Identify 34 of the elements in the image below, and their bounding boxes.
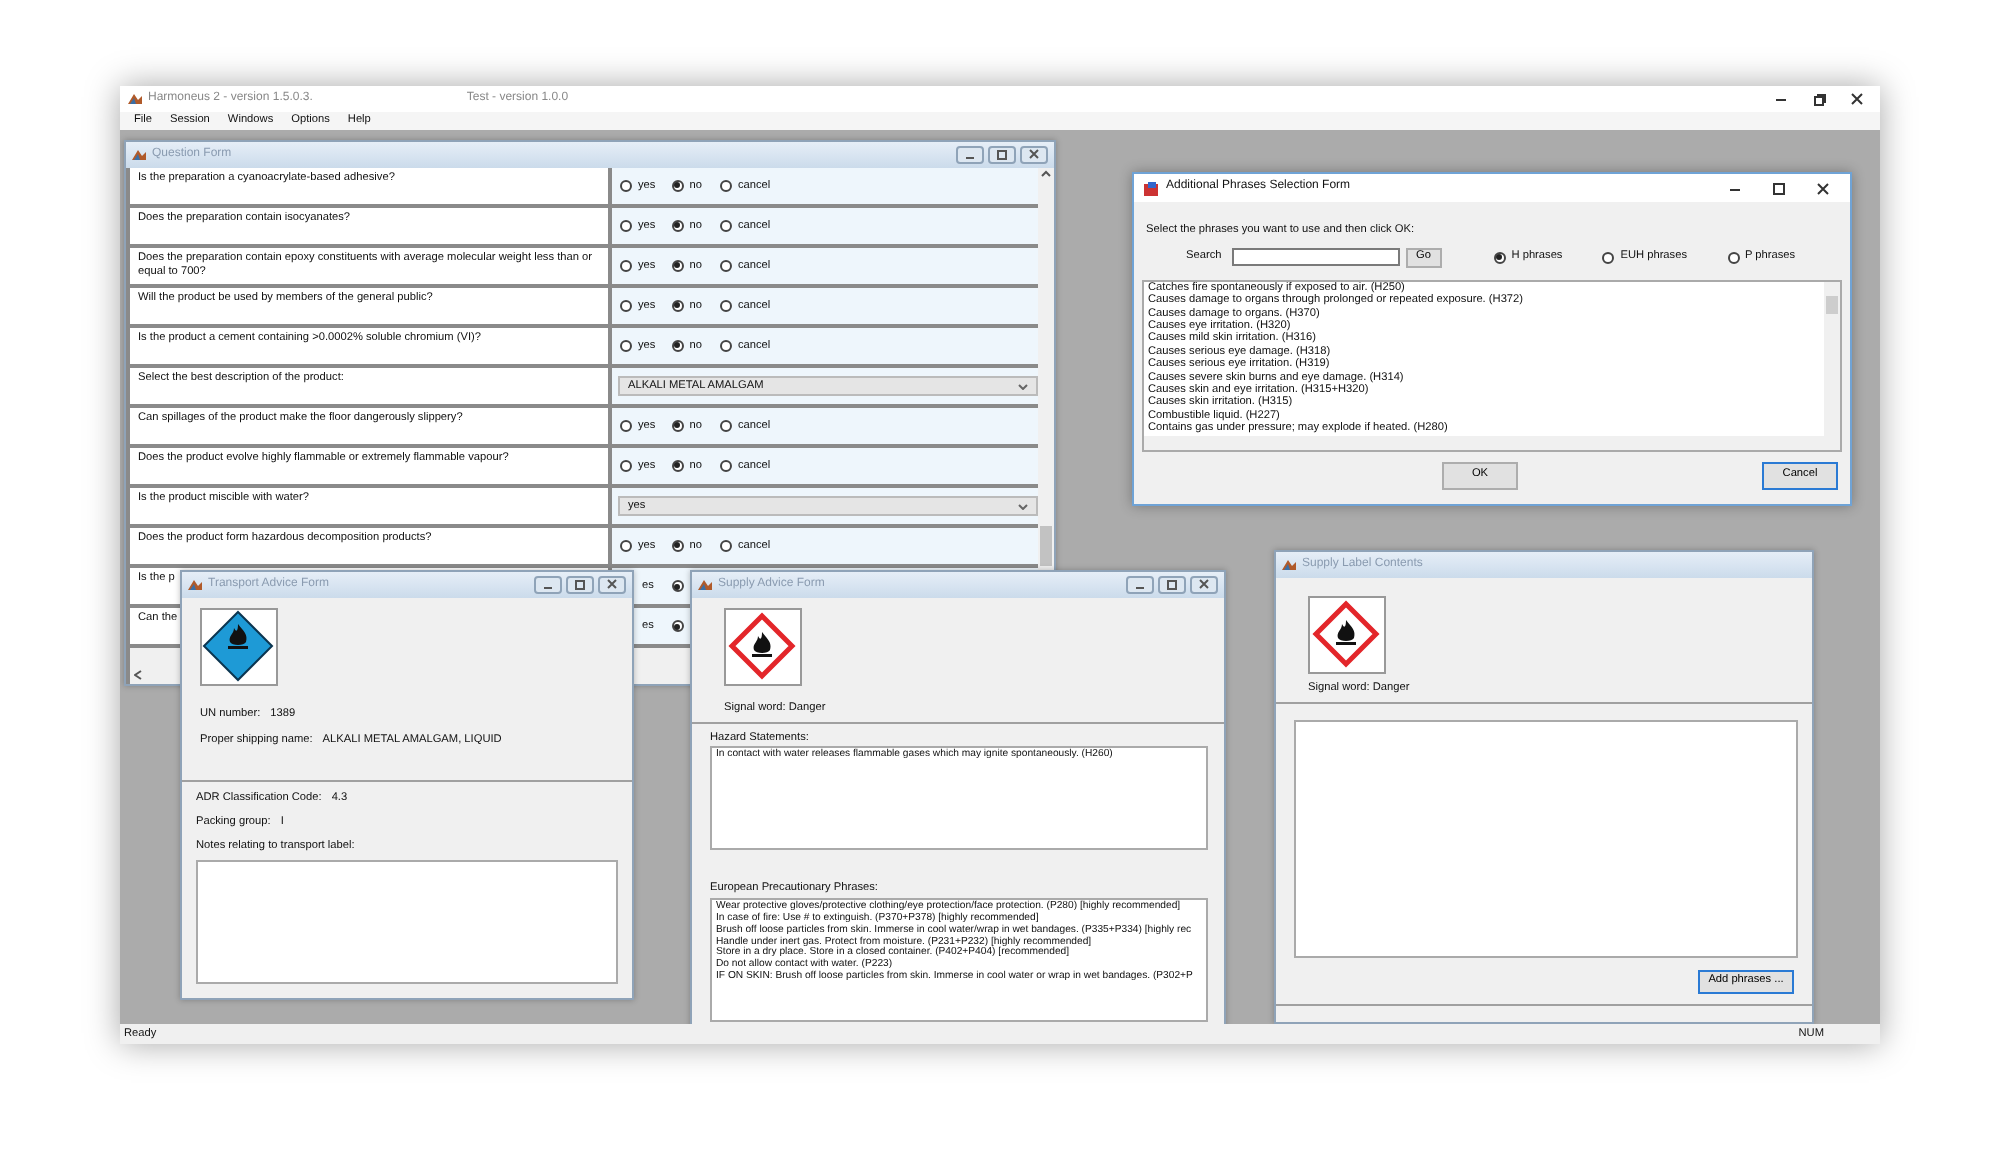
horizontal-scrollbar[interactable]: [1144, 435, 1824, 450]
app-logo-icon: [132, 148, 146, 162]
restore-button[interactable]: [566, 576, 594, 594]
app-logo-icon: [1144, 181, 1158, 195]
radio-button[interactable]: [671, 620, 684, 632]
flame-diamond-icon: [724, 608, 802, 686]
restore-button[interactable]: [988, 146, 1016, 164]
flame-diamond-icon: [1308, 596, 1386, 674]
close-button[interactable]: [1020, 146, 1048, 164]
app-logo-icon: [128, 92, 142, 106]
app-logo-icon: [188, 578, 202, 592]
search-field[interactable]: [1231, 248, 1400, 267]
app-logo-icon: [1282, 558, 1296, 572]
close-button[interactable]: [1816, 181, 1830, 195]
chevron-down-icon: [1018, 383, 1028, 389]
restore-button[interactable]: [1812, 92, 1826, 106]
app-logo-icon: [698, 578, 712, 592]
flame-placard-icon: [200, 608, 278, 686]
label-contents-field[interactable]: [1294, 719, 1798, 958]
scrollbar-thumb[interactable]: [1040, 526, 1052, 566]
restore-button[interactable]: [1158, 576, 1186, 594]
minimize-button[interactable]: [534, 576, 562, 594]
radio-button[interactable]: [671, 580, 684, 592]
chevron-down-icon: [1018, 503, 1028, 509]
scroll-left-icon[interactable]: [134, 670, 142, 680]
scroll-up-icon[interactable]: [1038, 168, 1054, 180]
vertical-scrollbar[interactable]: [1824, 281, 1840, 450]
maximize-button[interactable]: [1772, 181, 1786, 195]
minimize-button[interactable]: [1126, 576, 1154, 594]
notes-field[interactable]: [196, 859, 618, 984]
close-button[interactable]: [1850, 92, 1864, 106]
close-button[interactable]: [1190, 576, 1218, 594]
minimize-button[interactable]: [956, 146, 984, 164]
close-button[interactable]: [598, 576, 626, 594]
